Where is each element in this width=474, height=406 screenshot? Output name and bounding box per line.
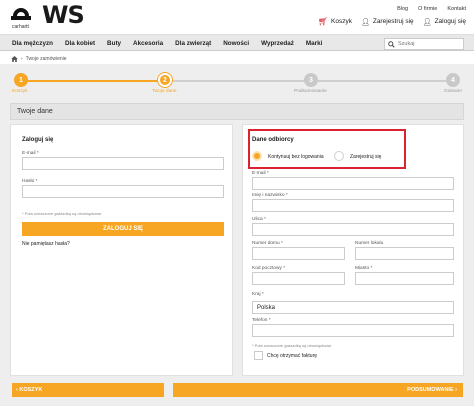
step-1[interactable]: 1 bbox=[14, 73, 28, 87]
step-3: 3 bbox=[304, 73, 318, 87]
recipient-email-field[interactable] bbox=[252, 177, 454, 190]
cart-label: Koszyk bbox=[331, 18, 352, 25]
nav-item-pets[interactable]: Dla zwierząt bbox=[169, 40, 217, 47]
toplink-blog[interactable]: Blog bbox=[397, 6, 408, 12]
login-label: Zaloguj się bbox=[434, 18, 466, 25]
step-2-label: Twoje dane bbox=[152, 89, 177, 94]
recipient-zip-label: Kod pocztowy * bbox=[252, 266, 286, 271]
search-input[interactable] bbox=[398, 41, 458, 47]
recipient-flat-label: Numer lokalu bbox=[355, 241, 384, 246]
recipient-country-value: Polska bbox=[257, 304, 276, 311]
nav-item-brands[interactable]: Marki bbox=[300, 40, 328, 47]
register-label: Zarejestruj się bbox=[372, 18, 414, 25]
login-password-label: Hasło * bbox=[22, 179, 38, 184]
summary-label: PODSUMOWANIE bbox=[407, 387, 454, 393]
login-title: Zaloguj się bbox=[22, 137, 54, 143]
recipient-phone-field[interactable] bbox=[252, 324, 454, 337]
section-title: Twoje dane bbox=[10, 103, 464, 120]
login-email-field[interactable] bbox=[22, 157, 224, 170]
forgot-password-link[interactable]: Nie pamiętasz hasła? bbox=[22, 241, 70, 247]
highlight-box bbox=[248, 129, 406, 169]
nav-item-sale[interactable]: Wyprzedaż bbox=[255, 40, 300, 47]
login-button[interactable]: ZALOGUJ SIĘ bbox=[22, 222, 224, 236]
brand-name: WS bbox=[42, 1, 85, 29]
toplink-about[interactable]: O firmie bbox=[418, 6, 437, 12]
recipient-house-label: Numer domu * bbox=[252, 241, 283, 246]
login-password-field[interactable] bbox=[22, 185, 224, 198]
step-2-number: 2 bbox=[163, 76, 167, 84]
register-link[interactable]: 👤︎ Zarejestruj się bbox=[361, 18, 414, 26]
main-nav: Dla mężczyzn Dla kobiet Buty Akcesoria D… bbox=[0, 34, 474, 51]
chevron-right-icon: › bbox=[453, 387, 457, 393]
progress-line-done bbox=[21, 80, 165, 82]
summary-button[interactable]: PODSUMOWANIE › bbox=[173, 383, 463, 397]
search-icon[interactable] bbox=[388, 40, 395, 48]
nav-item-women[interactable]: Dla kobiet bbox=[59, 40, 101, 47]
step-1-label: Koszyk bbox=[12, 89, 28, 94]
top-links: Blog O firmie Kontakt bbox=[397, 6, 466, 12]
step-4-label: Gotowe! bbox=[444, 89, 462, 94]
recipient-email-label: E-mail * bbox=[252, 171, 269, 176]
step-4-number: 4 bbox=[451, 76, 455, 84]
cart-link[interactable]: 🛒︎ Koszyk bbox=[318, 17, 352, 26]
breadcrumb-separator: › bbox=[21, 56, 23, 62]
header: WS carhartt Blog O firmie Kontakt 🛒︎ Kos… bbox=[0, 0, 474, 34]
home-icon[interactable] bbox=[11, 56, 18, 62]
recipient-city-field[interactable] bbox=[355, 272, 454, 285]
nav-item-new[interactable]: Nowości bbox=[217, 40, 255, 47]
recipient-flat-field[interactable] bbox=[355, 247, 454, 260]
recipient-zip-field[interactable] bbox=[252, 272, 345, 285]
toplink-contact[interactable]: Kontakt bbox=[447, 6, 466, 12]
step-3-number: 3 bbox=[309, 76, 313, 84]
cart-icon: 🛒︎ bbox=[317, 17, 328, 26]
recipient-country-label: Kraj * bbox=[252, 292, 264, 297]
invoice-checkbox[interactable] bbox=[254, 351, 263, 360]
carhartt-logo-icon bbox=[11, 8, 31, 20]
breadcrumb: › Twoje zamówienie bbox=[11, 56, 67, 62]
recipient-street-field[interactable] bbox=[252, 223, 454, 236]
back-to-cart-label: KOSZYK bbox=[19, 387, 43, 393]
recipient-city-label: Miasto * bbox=[355, 266, 373, 271]
step-2: 2 bbox=[158, 73, 172, 87]
recipient-required-note: * Pola oznaczone gwiazdką są obowiązkowe bbox=[252, 343, 332, 348]
login-required-note: * Pola oznaczone gwiazdką są obowiązkowe bbox=[22, 211, 102, 216]
recipient-street-label: Ulica * bbox=[252, 217, 266, 222]
login-email-label: E-mail * bbox=[22, 151, 39, 156]
checkout-progress: 1 Koszyk 2 Twoje dane 3 Podsumowanie 4 G… bbox=[0, 72, 474, 98]
step-4: 4 bbox=[446, 73, 460, 87]
breadcrumb-current: Twoje zamówienie bbox=[25, 56, 67, 62]
recipient-name-label: Imię i nazwisko * bbox=[252, 193, 288, 198]
user-links: 🛒︎ Koszyk 👤︎ Zarejestruj się 👤︎ Zaloguj … bbox=[318, 17, 466, 26]
brand-sub: carhartt bbox=[12, 24, 29, 30]
recipient-name-field[interactable] bbox=[252, 199, 454, 212]
recipient-house-field[interactable] bbox=[252, 247, 345, 260]
step-3-label: Podsumowanie bbox=[294, 89, 327, 94]
recipient-country-select[interactable]: Polska bbox=[252, 301, 454, 314]
back-to-cart-button[interactable]: ‹ KOSZYK bbox=[12, 383, 164, 397]
nav-item-shoes[interactable]: Buty bbox=[101, 40, 127, 47]
invoice-checkbox-label: Chcę otrzymać fakturę bbox=[267, 353, 318, 359]
login-link[interactable]: 👤︎ Zaloguj się bbox=[423, 18, 466, 26]
logo[interactable]: WS carhartt bbox=[10, 1, 85, 31]
nav-item-accessories[interactable]: Akcesoria bbox=[127, 40, 169, 47]
user-plus-icon: 👤︎ bbox=[360, 18, 370, 26]
search-box bbox=[384, 38, 464, 50]
user-icon: 👤︎ bbox=[422, 18, 432, 26]
recipient-phone-label: Telefon * bbox=[252, 318, 271, 323]
nav-item-men[interactable]: Dla mężczyzn bbox=[6, 40, 59, 47]
step-1-number: 1 bbox=[19, 76, 23, 84]
